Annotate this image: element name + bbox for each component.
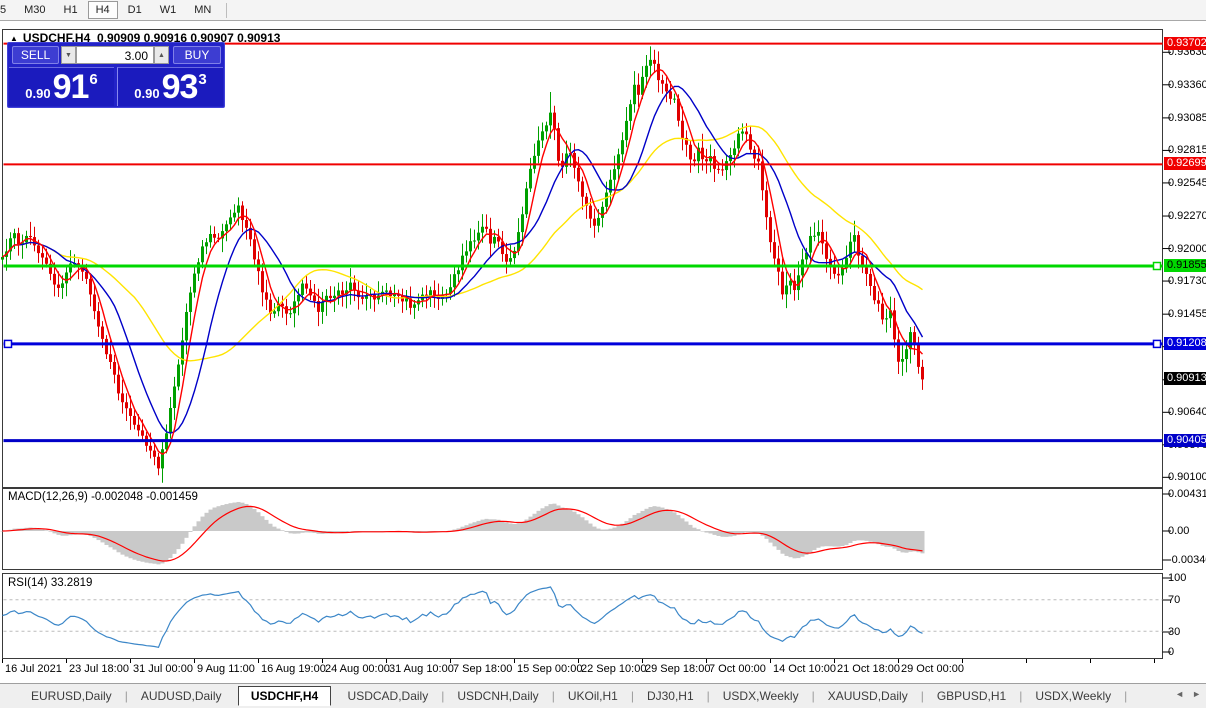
date-tick-label: 16 Jul 2021	[5, 663, 62, 675]
timeframe-button-h1[interactable]: H1	[56, 1, 86, 19]
application-window: 5M30H1H4D1W1MN ▲USDCHF,H4 0.90909 0.9091…	[0, 0, 1206, 708]
date-tick-label: 23 Jul 18:00	[69, 663, 129, 675]
date-tick-label: 29 Sep 18:00	[645, 663, 710, 675]
price-tick-label: 0.93360	[1168, 79, 1206, 91]
chart-tab-audusd-daily[interactable]: AUDUSD,Daily	[128, 686, 235, 706]
rsi-tick-label: 30	[1168, 626, 1180, 638]
volume-decrease-button[interactable]: ▼	[61, 46, 76, 64]
date-tick-label: 7 Oct 00:00	[709, 663, 766, 675]
price-tick-label: 0.92545	[1168, 177, 1206, 189]
sell-button[interactable]: SELL	[12, 46, 59, 64]
date-tick-label: 29 Oct 00:00	[901, 663, 964, 675]
price-tick-label: 0.90100	[1168, 471, 1206, 483]
chart-tab-bar: ◄ ► EURUSD,Daily|AUDUSD,Daily USDCHF,H4 …	[0, 683, 1206, 708]
date-tick-label: 24 Aug 00:00	[325, 663, 390, 675]
volume-increase-button[interactable]: ▲	[154, 46, 169, 64]
chart-tab-ukoil-h1[interactable]: UKOil,H1	[555, 686, 631, 706]
price-level-label: 0.91855	[1164, 259, 1206, 272]
price-tick-label: 0.93085	[1168, 112, 1206, 124]
rsi-tick-label: 70	[1168, 594, 1180, 606]
price-tick-label: 0.92815	[1168, 144, 1206, 156]
rsi-tick-label: 100	[1168, 572, 1186, 584]
price-level-label: 0.91208	[1164, 337, 1206, 350]
chart-tab-usdcnh-daily[interactable]: USDCNH,Daily	[444, 686, 551, 706]
date-tick-label: 31 Aug 10:00	[389, 663, 454, 675]
buy-price-pip-digit: 3	[198, 71, 206, 88]
chart-tab-gbpusd-h1[interactable]: GBPUSD,H1	[924, 686, 1019, 706]
chart-tab-usdx-weekly[interactable]: USDX,Weekly	[710, 686, 812, 706]
timeframe-button-w1[interactable]: W1	[152, 1, 185, 19]
sell-price-button[interactable]: 0.90 91 6	[9, 67, 114, 106]
sell-price-pip-digit: 6	[89, 71, 97, 88]
chart-tab-usdx-weekly[interactable]: USDX,Weekly	[1022, 686, 1124, 706]
price-tick-label: 0.92000	[1168, 243, 1206, 255]
current-price-label: 0.90913	[1164, 372, 1206, 385]
date-tick-label: 14 Oct 10:00	[773, 663, 836, 675]
one-click-trading-panel: SELL ▼ 3.00 ▲ BUY 0.90 91 6 0.90 93 3	[7, 42, 225, 108]
tab-separator: |	[1124, 689, 1127, 703]
buy-price-button[interactable]: 0.90 93 3	[117, 67, 223, 106]
chart-tab-usdcad-daily[interactable]: USDCAD,Daily	[335, 686, 442, 706]
sell-price-prefix: 0.90	[25, 86, 50, 101]
chart-tab-dj30-h1[interactable]: DJ30,H1	[634, 686, 707, 706]
date-tick-label: 16 Aug 19:00	[261, 663, 326, 675]
macd-tick-label: 0.00	[1168, 525, 1189, 537]
price-tick-label: 0.91455	[1168, 308, 1206, 320]
macd-tick-label: -0.00340	[1168, 554, 1206, 566]
tab-scroll-left-icon[interactable]: ◄	[1175, 689, 1184, 699]
tab-scroll-right-icon[interactable]: ►	[1192, 689, 1201, 699]
toolbar-separator	[226, 3, 227, 18]
timeframe-button-5[interactable]: 5	[0, 1, 14, 19]
chart-tab-usdchf-h4[interactable]: USDCHF,H4	[238, 686, 331, 706]
chart-canvas[interactable]	[0, 20, 1206, 708]
price-level-label: 0.93702	[1164, 37, 1206, 50]
macd-indicator-label: MACD(12,26,9) -0.002048 -0.001459	[8, 491, 198, 503]
timeframe-button-d1[interactable]: D1	[120, 1, 150, 19]
tab-scroll-buttons: ◄ ►	[1175, 689, 1201, 699]
date-tick-label: 31 Jul 00:00	[133, 663, 193, 675]
date-tick-label: 15 Sep 00:00	[517, 663, 582, 675]
date-tick-label: 7 Sep 18:00	[453, 663, 512, 675]
timeframe-button-mn[interactable]: MN	[186, 1, 219, 19]
date-tick-label: 21 Oct 18:00	[837, 663, 900, 675]
buy-price-prefix: 0.90	[134, 86, 159, 101]
date-tick-label: 9 Aug 11:00	[197, 663, 255, 675]
price-level-label: 0.92699	[1164, 157, 1206, 170]
chart-tab-eurusd-daily[interactable]: EURUSD,Daily	[18, 686, 125, 706]
price-tick-label: 0.92270	[1168, 210, 1206, 222]
volume-input[interactable]: 3.00	[76, 46, 154, 64]
rsi-indicator-label: RSI(14) 33.2819	[8, 577, 92, 589]
timeframe-toolbar: 5M30H1H4D1W1MN	[0, 0, 1206, 21]
timeframe-button-h4[interactable]: H4	[88, 1, 118, 19]
date-tick-label: 22 Sep 10:00	[581, 663, 646, 675]
price-level-label: 0.90405	[1164, 434, 1206, 447]
buy-price-big-digits: 93	[162, 70, 198, 104]
chart-tab-xauusd-daily[interactable]: XAUUSD,Daily	[815, 686, 921, 706]
buy-button[interactable]: BUY	[173, 46, 221, 64]
rsi-tick-label: 0	[1168, 646, 1174, 658]
timeframe-button-m30[interactable]: M30	[16, 1, 53, 19]
sell-price-big-digits: 91	[53, 70, 89, 104]
price-tick-label: 0.90640	[1168, 406, 1206, 418]
price-tick-label: 0.91730	[1168, 275, 1206, 287]
macd-tick-label: 0.00431	[1168, 488, 1206, 500]
